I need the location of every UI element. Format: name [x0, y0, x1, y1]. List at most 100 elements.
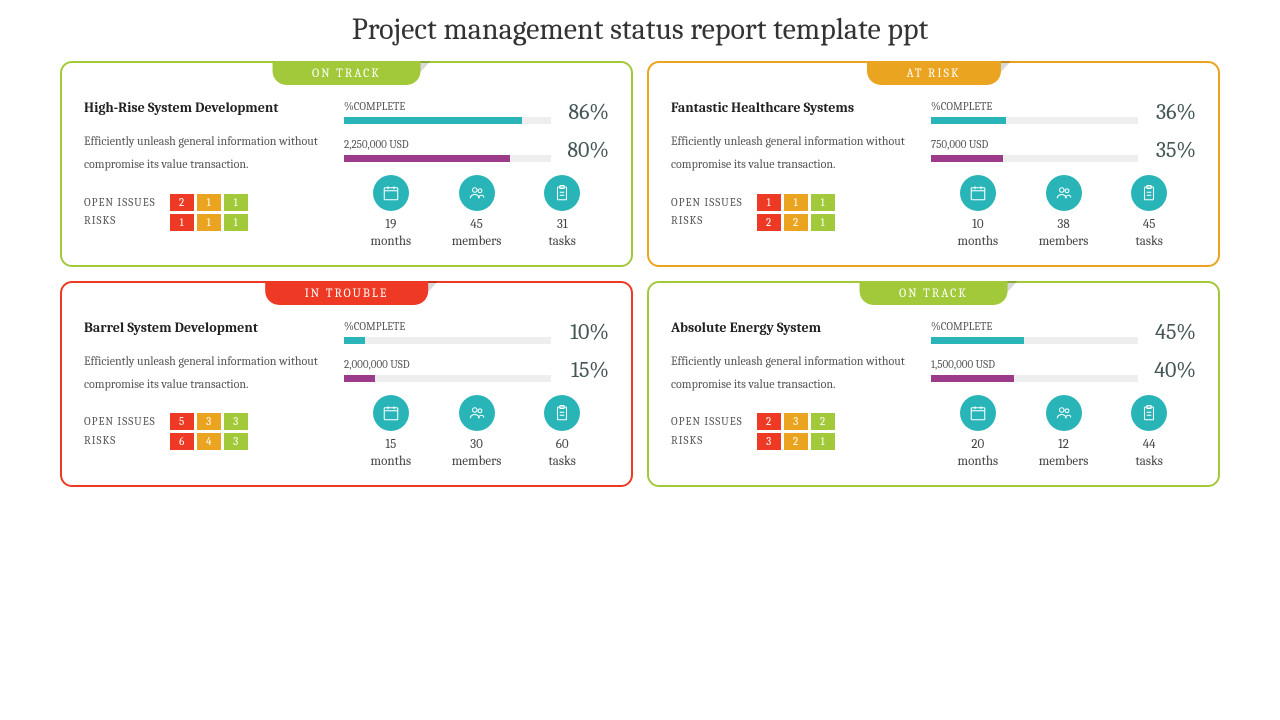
- complete-bar: [344, 337, 551, 344]
- chip: 3: [197, 413, 221, 430]
- status-tab: ON TRACK: [272, 61, 421, 85]
- chip: 3: [224, 433, 248, 450]
- open-issues-label: OPEN ISSUES: [671, 194, 743, 213]
- issues-chips: 232: [757, 413, 835, 430]
- complete-pct: 10%: [561, 319, 609, 345]
- risks-label: RISKS: [84, 432, 156, 451]
- chip: 4: [197, 433, 221, 450]
- project-desc: Efficiently unleash general information …: [671, 130, 911, 176]
- complete-pct: 36%: [1148, 99, 1196, 125]
- tasks-value: 31tasks: [519, 217, 605, 251]
- complete-label: %COMPLETE: [344, 100, 551, 113]
- calendar-icon: [373, 175, 409, 211]
- complete-bar: [931, 337, 1138, 344]
- status-card: IN TROUBLE Barrel System Development Eff…: [60, 281, 633, 487]
- budget-bar: [931, 375, 1138, 382]
- issues-chips: 533: [170, 413, 248, 430]
- chip: 1: [757, 194, 781, 211]
- issues-chips: 111: [757, 194, 835, 211]
- chip: 2: [811, 413, 835, 430]
- chip: 1: [811, 194, 835, 211]
- calendar-icon: [960, 395, 996, 431]
- chip: 3: [784, 413, 808, 430]
- status-tab: AT RISK: [866, 61, 1000, 85]
- months-value: 20months: [935, 437, 1021, 471]
- project-title: Absolute Energy System: [671, 319, 911, 336]
- months-value: 15months: [348, 437, 434, 471]
- budget-pct: 40%: [1148, 357, 1196, 383]
- budget-bar: [344, 375, 551, 382]
- project-desc: Efficiently unleash general information …: [671, 350, 911, 396]
- status-card: ON TRACK High-Rise System Development Ef…: [60, 61, 633, 267]
- chip: 1: [197, 194, 221, 211]
- months-value: 10months: [935, 217, 1021, 251]
- chip: 1: [784, 194, 808, 211]
- tasks-value: 60tasks: [519, 437, 605, 471]
- chip: 1: [197, 214, 221, 231]
- page-title: Project management status report templat…: [60, 12, 1220, 47]
- months-value: 19months: [348, 217, 434, 251]
- project-desc: Efficiently unleash general information …: [84, 350, 324, 396]
- chip: 3: [224, 413, 248, 430]
- status-tab: IN TROUBLE: [265, 281, 429, 305]
- chip: 1: [811, 433, 835, 450]
- project-desc: Efficiently unleash general information …: [84, 130, 324, 176]
- chip: 3: [757, 433, 781, 450]
- chip: 1: [811, 214, 835, 231]
- chip: 2: [784, 433, 808, 450]
- members-value: 12members: [1021, 437, 1107, 471]
- budget-pct: 15%: [561, 357, 609, 383]
- chip: 2: [757, 413, 781, 430]
- clipboard-icon: [544, 395, 580, 431]
- tasks-value: 45tasks: [1106, 217, 1192, 251]
- complete-bar: [931, 117, 1138, 124]
- complete-label: %COMPLETE: [931, 100, 1138, 113]
- chip: 1: [224, 194, 248, 211]
- complete-bar: [344, 117, 551, 124]
- chip: 2: [170, 194, 194, 211]
- risks-label: RISKS: [671, 432, 743, 451]
- status-card: ON TRACK Absolute Energy System Efficien…: [647, 281, 1220, 487]
- clipboard-icon: [544, 175, 580, 211]
- clipboard-icon: [1131, 175, 1167, 211]
- members-icon: [1046, 175, 1082, 211]
- open-issues-label: OPEN ISSUES: [671, 413, 743, 432]
- budget-pct: 35%: [1148, 137, 1196, 163]
- status-card: AT RISK Fantastic Healthcare Systems Eff…: [647, 61, 1220, 267]
- chip: 5: [170, 413, 194, 430]
- issues-chips: 211: [170, 194, 248, 211]
- budget-label: 2,250,000 USD: [344, 138, 551, 151]
- tasks-value: 44tasks: [1106, 437, 1192, 471]
- risks-label: RISKS: [84, 212, 156, 231]
- budget-label: 2,000,000 USD: [344, 358, 551, 371]
- chip: 1: [170, 214, 194, 231]
- budget-bar: [344, 155, 551, 162]
- calendar-icon: [960, 175, 996, 211]
- chip: 6: [170, 433, 194, 450]
- budget-label: 1,500,000 USD: [931, 358, 1138, 371]
- open-issues-label: OPEN ISSUES: [84, 413, 156, 432]
- open-issues-label: OPEN ISSUES: [84, 194, 156, 213]
- budget-label: 750,000 USD: [931, 138, 1138, 151]
- calendar-icon: [373, 395, 409, 431]
- risks-chips: 221: [757, 214, 835, 231]
- chip: 1: [224, 214, 248, 231]
- complete-pct: 86%: [561, 99, 609, 125]
- project-title: Fantastic Healthcare Systems: [671, 99, 911, 116]
- members-value: 30members: [434, 437, 520, 471]
- risks-label: RISKS: [671, 212, 743, 231]
- members-icon: [1046, 395, 1082, 431]
- members-icon: [459, 395, 495, 431]
- members-icon: [459, 175, 495, 211]
- clipboard-icon: [1131, 395, 1167, 431]
- project-title: High-Rise System Development: [84, 99, 324, 116]
- complete-label: %COMPLETE: [931, 320, 1138, 333]
- budget-bar: [931, 155, 1138, 162]
- complete-label: %COMPLETE: [344, 320, 551, 333]
- risks-chips: 321: [757, 433, 835, 450]
- risks-chips: 643: [170, 433, 248, 450]
- status-tab: ON TRACK: [859, 281, 1008, 305]
- chip: 2: [757, 214, 781, 231]
- risks-chips: 111: [170, 214, 248, 231]
- members-value: 45members: [434, 217, 520, 251]
